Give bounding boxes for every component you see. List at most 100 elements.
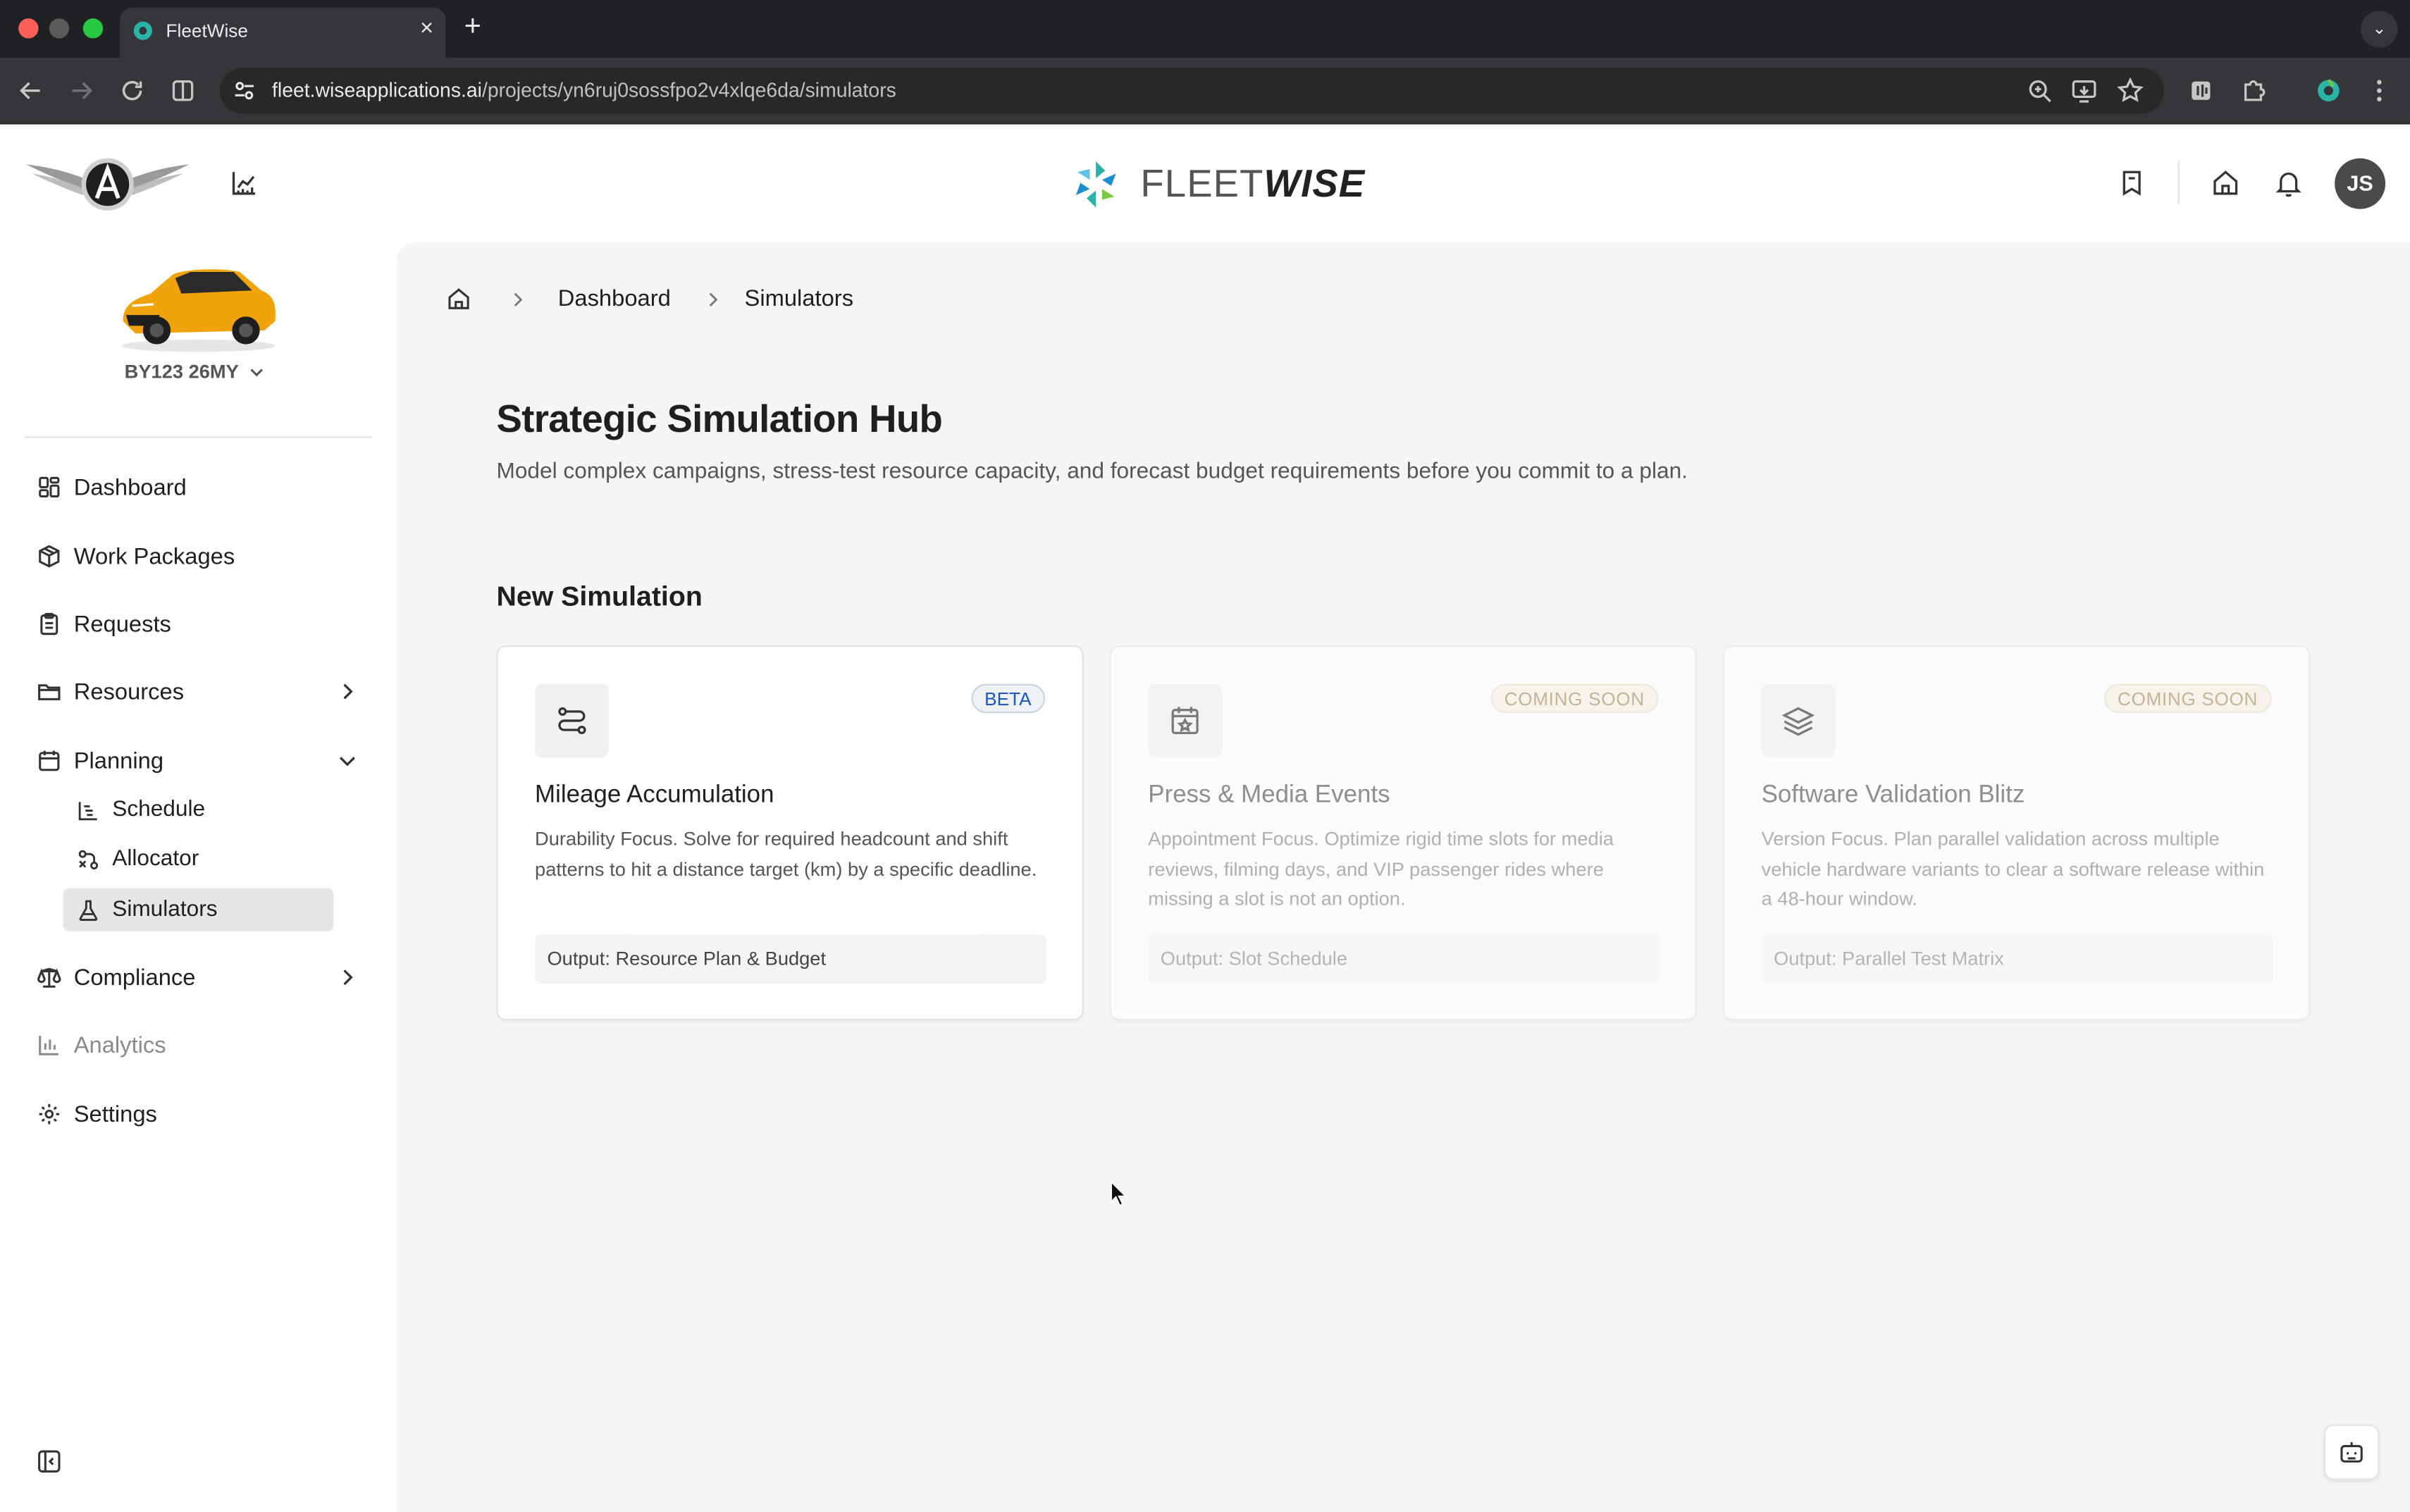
sidebar-subitem-label: Allocator (112, 846, 199, 872)
calendar-star-icon (1171, 707, 1199, 735)
breadcrumb: Dashboard Simulators (446, 286, 853, 312)
card-description: Appointment Focus. Optimize rigid time s… (1148, 828, 1614, 911)
reload-icon[interactable] (117, 75, 148, 106)
vehicle-selector[interactable]: BY123 26MY (125, 361, 266, 383)
card-icon-box (1761, 683, 1836, 758)
bookmark-icon[interactable] (2116, 168, 2147, 199)
site-settings-icon[interactable] (230, 77, 258, 104)
forward-icon[interactable] (66, 75, 97, 106)
extension-bars-icon[interactable] (2186, 75, 2217, 106)
sidebar: BY123 26MY Dashboard Work Packages Reque… (0, 242, 397, 1512)
chevron-right-icon (343, 683, 353, 700)
mouse-cursor-icon (1110, 1180, 1128, 1207)
sidebar-item-analytics[interactable]: Analytics (37, 1027, 359, 1063)
analytics-chart-icon[interactable] (229, 168, 260, 199)
page-title: Strategic Simulation Hub (496, 397, 943, 441)
back-icon[interactable] (16, 75, 47, 106)
browser-toolbar: fleet.wiseapplications.ai/projects/yn6ru… (0, 58, 2410, 125)
chevron-down-icon (339, 757, 355, 767)
sidebar-item-label: Planning (73, 748, 164, 774)
url-text[interactable]: fleet.wiseapplications.ai/projects/yn6ru… (272, 78, 896, 101)
simulation-card-press-media-events[interactable]: COMING SOON Press & Media Events Appoint… (1109, 645, 1697, 1021)
sidebar-subitem-allocator[interactable]: Allocator (63, 838, 333, 881)
card-output: Output: Slot Schedule (1148, 934, 1660, 984)
browser-tab-bar: FleetWise × + ⌄ (0, 0, 2410, 58)
tab-close-icon[interactable]: × (420, 16, 433, 42)
sidebar-item-label: Work Packages (73, 543, 235, 570)
browser-tab[interactable]: FleetWise × (120, 7, 446, 58)
card-title: Software Validation Blitz (1761, 782, 2025, 809)
window-maximize-button[interactable] (82, 18, 104, 39)
sidebar-item-label: Requests (73, 610, 171, 638)
window-close-button[interactable] (18, 18, 39, 39)
chevron-right-icon (514, 292, 523, 306)
clipboard-icon (40, 612, 58, 636)
card-description: Version Focus. Plan parallel validation … (1761, 828, 2265, 911)
company-logo-icon[interactable] (26, 155, 190, 213)
card-title: Mileage Accumulation (535, 782, 774, 809)
package-icon (39, 545, 60, 568)
sidebar-item-label: Resources (73, 678, 185, 705)
calendar-icon (39, 750, 60, 772)
vehicle-image (121, 269, 276, 352)
sidebar-subitem-schedule[interactable]: Schedule (63, 788, 333, 831)
route-icon (558, 707, 586, 735)
window-minimize-button[interactable] (49, 18, 70, 39)
user-avatar[interactable]: JS (2335, 158, 2386, 209)
card-output: Output: Parallel Test Matrix (1761, 934, 2273, 984)
gear-icon (39, 1104, 59, 1124)
sidebar-item-label: Dashboard (73, 473, 187, 500)
chevron-right-icon (343, 969, 353, 986)
bookmark-star-icon[interactable] (2116, 77, 2144, 104)
fleetwise-brand-logo: FLEETWISE (1070, 159, 1365, 211)
sidebar-item-planning[interactable]: Planning (37, 742, 359, 779)
home-icon[interactable] (2210, 168, 2241, 199)
chevron-down-icon (251, 368, 264, 377)
browser-menu-icon[interactable] (2364, 75, 2395, 106)
sidebar-item-requests[interactable]: Requests (37, 605, 359, 642)
tab-search-icon[interactable]: ⌄ (2361, 11, 2398, 48)
status-badge: BETA (970, 683, 1046, 714)
simulation-card-software-validation-blitz[interactable]: COMING SOON Software Validation Blitz Ve… (1723, 645, 2311, 1021)
fleetwise-favicon-icon (133, 21, 152, 40)
sidebar-item-dashboard[interactable]: Dashboard (37, 469, 359, 505)
address-bar[interactable]: fleet.wiseapplications.ai/projects/yn6ru… (219, 67, 2165, 114)
status-badge: COMING SOON (1490, 683, 1659, 714)
new-tab-icon[interactable]: + (464, 11, 481, 44)
sidebar-subitem-simulators[interactable]: Simulators (63, 888, 334, 931)
install-app-icon[interactable] (2070, 77, 2098, 104)
main-content: Dashboard Simulators Strategic Simulatio… (396, 242, 2410, 1512)
app-header: FLEETWISE JS (0, 124, 2410, 243)
breadcrumb-home-icon[interactable] (446, 286, 472, 312)
allocator-icon (78, 849, 99, 869)
flask-icon (79, 899, 98, 920)
layers-icon (1781, 707, 1815, 736)
card-output: Output: Resource Plan & Budget (535, 934, 1047, 984)
sidebar-subitem-label: Schedule (112, 798, 206, 822)
card-title: Press & Media Events (1148, 782, 1390, 809)
split-view-icon[interactable] (168, 75, 199, 106)
sidebar-item-work-packages[interactable]: Work Packages (37, 538, 359, 574)
folder-icon (38, 684, 61, 700)
vehicle-name: BY123 26MY (124, 361, 239, 383)
card-description: Durability Focus. Solve for required hea… (535, 828, 1037, 881)
collapse-sidebar-icon[interactable] (37, 1449, 61, 1474)
sidebar-subitem-label: Simulators (112, 897, 218, 922)
notification-bell-icon[interactable] (2273, 168, 2304, 199)
zoom-icon[interactable] (2026, 77, 2053, 104)
extensions-puzzle-icon[interactable] (2238, 75, 2269, 106)
sidebar-item-resources[interactable]: Resources (37, 673, 359, 709)
scale-icon (37, 967, 61, 988)
fleetwise-extension-icon[interactable] (2313, 75, 2344, 106)
tab-title: FleetWise (166, 20, 248, 42)
simulation-card-mileage-accumulation[interactable]: BETA Mileage Accumulation Durability Foc… (496, 645, 1084, 1021)
sidebar-item-compliance[interactable]: Compliance (37, 959, 359, 996)
assistant-chat-button[interactable] (2323, 1424, 2380, 1480)
bar-chart-icon (39, 1036, 58, 1055)
breadcrumb-dashboard-link[interactable]: Dashboard (558, 286, 671, 312)
header-divider (2177, 161, 2180, 205)
sidebar-item-label: Settings (73, 1101, 157, 1127)
sidebar-item-settings[interactable]: Settings (37, 1096, 359, 1132)
chevron-right-icon (710, 292, 719, 306)
gantt-icon (78, 801, 97, 820)
